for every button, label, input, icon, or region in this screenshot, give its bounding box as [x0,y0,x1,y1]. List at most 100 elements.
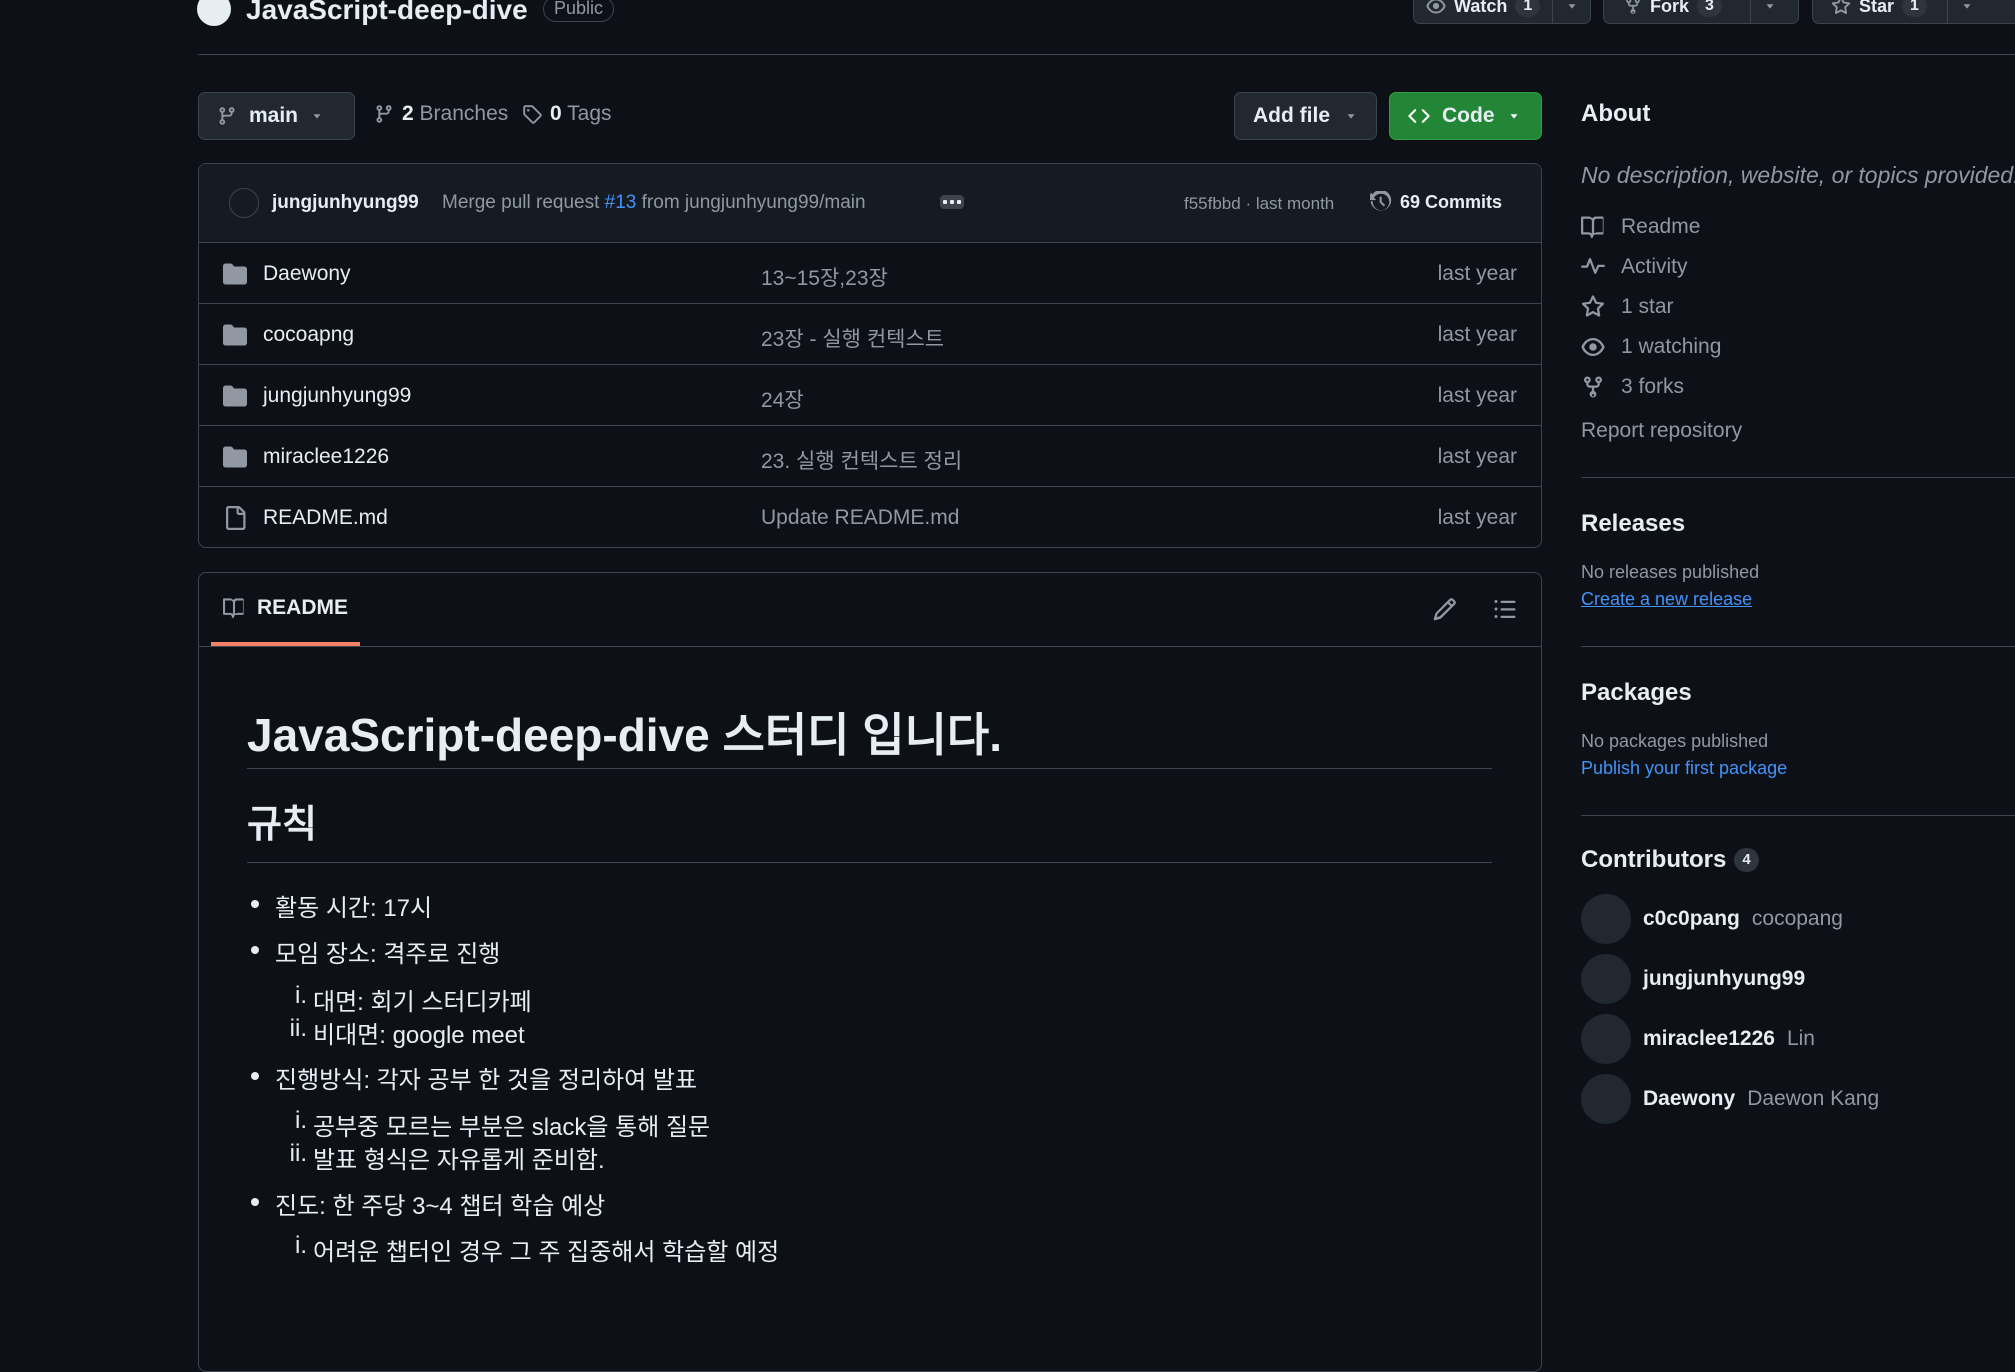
pulse-icon [1581,258,1605,274]
fork-icon [1584,376,1602,398]
about-item[interactable]: Readme [1581,215,2015,239]
about-description: No description, website, or topics provi… [1581,162,2015,188]
contributor-avatar[interactable] [1581,894,1631,944]
add-file-button[interactable]: Add file [1234,92,1377,140]
repo-owner-avatar[interactable] [197,0,231,26]
caret-down-icon [1568,4,1576,9]
contributor-avatar[interactable] [1581,1074,1631,1124]
readme-heading-1: JavaScript-deep-dive 스터디 입니다. [247,709,1003,761]
contributor[interactable]: jungjunhyung99 [1581,954,2015,1004]
file-commit-message[interactable]: Update README.md [761,506,959,530]
tags-link[interactable]: 0 Tags [522,102,612,126]
list-unordered-icon[interactable] [1493,597,1517,621]
fork-button[interactable]: Fork 3 [1603,0,1799,24]
file-row[interactable]: jungjunhyung99 24장 last year [199,365,1541,426]
file-commit-message[interactable]: 13~15장,23장 [761,262,888,292]
readme-sublist-number: ii. [289,1015,307,1042]
contributor[interactable]: Daewony Daewon Kang [1581,1074,2015,1124]
folder-icon [223,445,247,469]
about-item[interactable]: 1 star [1581,295,2015,319]
eye-icon [1426,0,1446,14]
readme-tab-label: README [257,595,349,619]
pencil-icon[interactable] [1433,597,1457,621]
commit-more-button[interactable] [940,195,964,209]
contributor[interactable]: c0c0pang cocopang [1581,894,2015,944]
contributors-heading[interactable]: Contributors [1581,846,1726,874]
file-table: jungjunhyung99 Merge pull request #13 fr… [198,163,1542,548]
readme-list-item: 활동 시간: 17시 [250,888,432,923]
file-row[interactable]: Daewony 13~15장,23장 last year [199,243,1541,304]
book-icon [1581,216,1604,238]
file-commit-message[interactable]: 23. 실행 컨텍스트 정리 [761,445,962,475]
readme-sublist-item: 대면: 회기 스터디카페 [313,989,532,1016]
commit-pr-link[interactable]: #13 [605,192,637,213]
readme-tab[interactable]: README [211,573,361,646]
contributor-login[interactable]: Daewony [1643,1087,1735,1111]
packages-heading[interactable]: Packages [1581,679,2015,707]
watch-main[interactable]: Watch 1 [1414,0,1552,23]
file-row[interactable]: README.md Update README.md last year [199,487,1541,547]
readme-sublist-item: 비대면: google meet [313,1022,525,1049]
file-name[interactable]: jungjunhyung99 [263,384,411,408]
repo-name[interactable]: JavaScript-deep-dive [246,0,528,26]
about-item[interactable]: 1 watching [1581,335,2015,359]
about-item[interactable]: Activity [1581,255,2015,279]
readme-heading-2: 규칙 [247,804,317,846]
sidebar-divider [1581,646,2015,647]
readme-list-item: 모임 장소: 격주로 진행 [250,934,500,969]
star-icon [1581,295,1605,317]
file-name[interactable]: README.md [263,506,388,530]
heading-rule [247,768,1492,769]
branches-count: 2 [402,102,414,125]
contributor-login[interactable]: jungjunhyung99 [1643,967,1805,991]
star-icon [1831,0,1851,15]
star-main[interactable]: Star 1 [1813,0,1947,23]
publish-package-link[interactable]: Publish your first package [1581,758,2015,779]
history-icon [1370,191,1392,211]
caret-down-icon [1510,114,1517,119]
contributor-avatar[interactable] [1581,1014,1631,1064]
commit-message-suffix: from jungjunhyung99/main [641,192,866,213]
releases-empty-text: No releases published [1581,562,1760,582]
file-commit-date: last year [1437,445,1517,468]
about-item[interactable]: 3 forks [1581,375,2015,399]
contributor-login[interactable]: c0c0pang [1643,907,1740,931]
contributors-heading-row: Contributors 4 [1581,846,2015,874]
contributor-avatar[interactable] [1581,954,1631,1004]
readme-sublist-item: 발표 형식은 자유롭게 준비함. [313,1147,605,1174]
commits-link[interactable]: 69 Commits [1370,191,1502,213]
fork-main[interactable]: Fork 3 [1604,0,1750,23]
watch-button[interactable]: Watch 1 [1413,0,1591,24]
contributor[interactable]: miraclee1226 Lin [1581,1014,2015,1064]
header-divider [198,54,2015,55]
file-name[interactable]: miraclee1226 [263,445,389,469]
contributor-login[interactable]: miraclee1226 [1643,1027,1775,1051]
contributor-name: Lin [1786,1027,1815,1050]
commit-message[interactable]: Merge pull request #13 from jungjunhyung… [442,192,866,214]
commit-hash-time[interactable]: f55fbbd · last month [1184,194,1334,214]
file-row[interactable]: miraclee1226 23. 실행 컨텍스트 정리 last year [199,426,1541,487]
file-commit-message[interactable]: 24장 [761,384,804,414]
create-release-link[interactable]: Create a new release [1581,589,2015,610]
file-name[interactable]: Daewony [263,262,351,286]
commit-author[interactable]: jungjunhyung99 [272,192,419,214]
about-item-label: 1 watching [1621,335,1722,358]
branches-link[interactable]: 2 Branches [374,102,508,126]
caret-down-icon [1347,114,1355,119]
star-dropdown[interactable] [1946,0,1986,23]
sidebar-divider [1581,815,2015,816]
fork-dropdown[interactable] [1749,0,1789,23]
star-button[interactable]: Star 1 [1812,0,2015,24]
report-repository-link[interactable]: Report repository [1581,419,2015,443]
commit-author-avatar[interactable] [229,188,259,218]
branch-name: main [249,104,299,127]
file-name[interactable]: cocoapng [263,323,354,347]
file-commit-message[interactable]: 23장 - 실행 컨텍스트 [761,323,944,353]
caret-down-icon [313,114,321,119]
releases-heading[interactable]: Releases [1581,510,2015,538]
code-button[interactable]: Code [1389,92,1542,140]
branch-icon [219,107,235,125]
file-row[interactable]: cocoapng 23장 - 실행 컨텍스트 last year [199,304,1541,365]
branch-select-button[interactable]: main [198,92,355,140]
watch-dropdown[interactable] [1552,0,1591,23]
